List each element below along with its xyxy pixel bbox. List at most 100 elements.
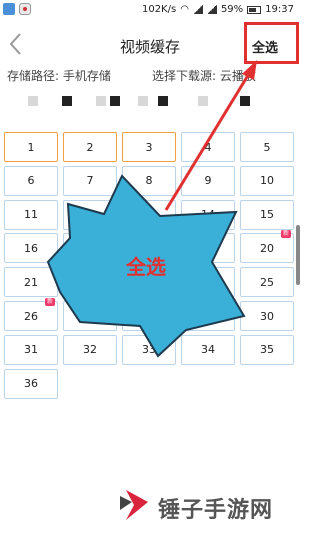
episode-item[interactable]: 13	[122, 199, 176, 230]
storage-path-value: 手机存储	[62, 69, 111, 83]
episode-number: 26	[24, 309, 38, 323]
episode-number: 4	[204, 140, 212, 154]
obscured-block	[62, 96, 72, 106]
clock: 19:37	[265, 4, 294, 15]
episode-number: 24	[201, 275, 215, 289]
episode-item[interactable]: 1	[4, 132, 58, 162]
episode-number: 32	[83, 343, 97, 357]
watermark-logo	[120, 490, 148, 520]
scrollbar[interactable]	[296, 225, 300, 285]
episode-item[interactable]: 34	[181, 334, 235, 365]
storage-path-label: 存储路径:	[7, 69, 60, 83]
storage-path[interactable]: 存储路径: 手机存储	[7, 67, 111, 84]
obscured-block	[198, 96, 208, 106]
episode-number: 19	[201, 241, 215, 255]
episode-number: 13	[142, 208, 156, 222]
watermark: 锤子手游网	[118, 488, 298, 528]
episode-number: 2	[86, 140, 94, 154]
download-source[interactable]: 选择下载源: 云播放	[152, 67, 298, 84]
episode-number: 17	[83, 241, 97, 255]
episode-number: 11	[24, 208, 38, 222]
episode-item[interactable]: 5	[240, 132, 294, 162]
episode-item[interactable]: 22	[63, 267, 117, 298]
episode-number: 33	[142, 343, 156, 357]
episode-number: 6	[27, 174, 35, 188]
episode-item[interactable]: 8	[122, 165, 176, 196]
episode-number: 27	[83, 309, 97, 323]
select-all-highlight-box	[244, 22, 299, 64]
app-notification-icon	[3, 3, 15, 15]
episode-number: 9	[204, 174, 212, 188]
episode-item[interactable]: 28	[122, 301, 176, 331]
episode-item[interactable]: 30	[240, 301, 294, 331]
episode-number: 12	[83, 208, 97, 222]
episode-item[interactable]: 11	[4, 199, 58, 230]
episode-number: 35	[260, 343, 274, 357]
episode-item[interactable]: 7	[63, 165, 117, 196]
episode-item[interactable]: 33	[122, 334, 176, 365]
episode-number: 21	[24, 275, 38, 289]
episode-item[interactable]: 6	[4, 165, 58, 196]
battery-percent: 59%	[220, 4, 244, 15]
episode-number: 22	[83, 275, 97, 289]
episode-item[interactable]: 14	[181, 199, 235, 230]
episode-number: 15	[260, 208, 274, 222]
episode-number: 30	[260, 309, 274, 323]
episode-item[interactable]: 21	[4, 267, 58, 298]
episode-number: 36	[24, 377, 38, 391]
episode-number: 3	[145, 140, 153, 154]
episode-number: 10	[260, 174, 274, 188]
episode-item[interactable]: 32	[63, 334, 117, 365]
obscured-block	[240, 96, 250, 106]
status-right: 102K/s ◠ 59% 19:37	[142, 4, 294, 15]
episode-item[interactable]: 24	[181, 267, 235, 298]
episode-item[interactable]: 29	[181, 301, 235, 331]
episode-item[interactable]: 25	[240, 267, 294, 298]
episode-item[interactable]: 16	[4, 233, 58, 264]
episode-item[interactable]: 2	[63, 132, 117, 162]
episode-number: 8	[145, 174, 153, 188]
new-badge: 新	[280, 230, 291, 239]
obscured-block	[28, 96, 38, 106]
episode-item[interactable]: 35	[240, 334, 294, 365]
episode-item[interactable]: 36	[4, 368, 58, 399]
status-bar: 102K/s ◠ 59% 19:37	[0, 0, 300, 20]
episode-number: 7	[86, 174, 94, 188]
obscured-block	[158, 96, 168, 106]
episode-number: 31	[24, 343, 38, 357]
episode-item[interactable]: 20 新	[240, 230, 294, 264]
episode-number: 16	[24, 241, 38, 255]
signal-icon	[192, 5, 203, 14]
episode-number: 14	[201, 208, 215, 222]
episode-item[interactable]: 10	[240, 165, 294, 196]
episode-item[interactable]: 15	[240, 199, 294, 230]
episode-item[interactable]: 3	[122, 132, 176, 162]
obscured-block	[96, 96, 106, 106]
notification-icons	[3, 3, 31, 15]
episode-item[interactable]: 31	[4, 334, 58, 365]
episode-number: 20	[260, 241, 274, 255]
watermark-text: 锤子手游网	[158, 498, 274, 523]
callout-label: 全选	[126, 255, 166, 279]
game-notification-icon	[19, 3, 31, 15]
episode-item[interactable]: 17	[63, 233, 117, 264]
obscured-block	[138, 96, 148, 106]
wifi-icon: ◠	[180, 4, 189, 15]
obscured-content	[28, 94, 258, 110]
episode-item[interactable]: 27	[63, 301, 117, 331]
episode-number: 1	[27, 140, 35, 154]
episode-item[interactable]: 4	[181, 132, 235, 162]
new-badge: 新	[44, 298, 55, 306]
episode-item[interactable]: 19	[181, 233, 235, 264]
episode-item[interactable]: 12	[63, 199, 117, 230]
episode-number: 5	[263, 140, 271, 154]
download-source-value: 云播放	[219, 69, 256, 83]
battery-icon	[247, 5, 262, 14]
episode-number: 25	[260, 275, 274, 289]
signal-icon-2	[206, 5, 217, 14]
episode-item[interactable]: 26 新	[4, 298, 58, 331]
episode-item[interactable]: 9	[181, 165, 235, 196]
episode-number: 34	[201, 343, 215, 357]
episode-number: 28	[142, 309, 156, 323]
network-speed: 102K/s	[141, 4, 177, 15]
